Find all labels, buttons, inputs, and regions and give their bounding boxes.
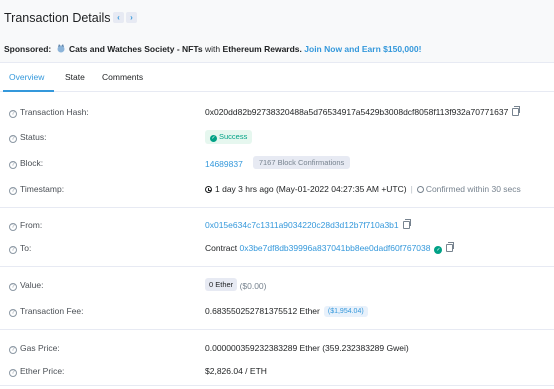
help-icon[interactable]: ? bbox=[9, 369, 17, 377]
fee-usd-badge: ($1,954.04) bbox=[323, 306, 368, 317]
next-transaction-button[interactable]: › bbox=[126, 12, 137, 23]
tab-comments[interactable]: Comments bbox=[102, 72, 143, 82]
active-tab-indicator bbox=[3, 90, 54, 92]
help-icon[interactable]: ? bbox=[9, 309, 17, 317]
value-label: Value: bbox=[20, 280, 44, 290]
value-usd: ($0.00) bbox=[239, 281, 267, 291]
to-contract-prefix: Contract bbox=[205, 243, 238, 253]
tx-hash-row: ? Transaction Hash: 0x020dd82b92738320488… bbox=[0, 104, 554, 120]
help-icon[interactable]: ? bbox=[9, 161, 17, 169]
tab-bar: Overview State Comments bbox=[0, 63, 554, 92]
page-title: Transaction Details bbox=[4, 11, 111, 25]
fee-label: Transaction Fee: bbox=[20, 306, 84, 316]
sponsor-with-text: with bbox=[205, 44, 221, 54]
verified-check-icon: ✓ bbox=[434, 246, 443, 254]
help-icon[interactable]: ? bbox=[9, 110, 17, 118]
clock-icon bbox=[205, 186, 212, 193]
ether-price-label: Ether Price: bbox=[20, 366, 65, 376]
to-label: To: bbox=[20, 243, 32, 253]
help-icon[interactable]: ? bbox=[9, 283, 17, 291]
status-row: ? Status: ✓ Success bbox=[0, 129, 554, 145]
divider: | bbox=[410, 184, 413, 194]
check-circle-icon: ✓ bbox=[210, 135, 217, 142]
tab-overview[interactable]: Overview bbox=[9, 72, 44, 82]
timestamp-label: Timestamp: bbox=[20, 184, 65, 194]
copy-icon[interactable] bbox=[446, 242, 455, 252]
gas-price-value: 0.000000359232383289 Ether (359.23238328… bbox=[205, 343, 409, 353]
status-value: Success bbox=[219, 132, 248, 141]
tab-state[interactable]: State bbox=[65, 72, 85, 82]
gas-price-label: Gas Price: bbox=[20, 343, 60, 353]
help-icon[interactable]: ? bbox=[9, 187, 17, 195]
block-row: ? Block: 14689837 7167 Block Confirmations bbox=[0, 155, 554, 171]
value-amount-badge: 0 Ether bbox=[205, 278, 238, 291]
block-label: Block: bbox=[20, 158, 44, 168]
confirmed-within-text: Confirmed within 30 secs bbox=[425, 184, 521, 194]
tx-hash-value: 0x020dd82b92738320488a5d76534917a5429b30… bbox=[205, 107, 509, 117]
block-confirmations-badge: 7167 Block Confirmations bbox=[252, 156, 351, 169]
status-label: Status: bbox=[20, 132, 47, 142]
timestamp-value: 1 day 3 hrs ago (May-01-2022 04:27:35 AM… bbox=[215, 184, 407, 194]
from-label: From: bbox=[20, 220, 43, 230]
tx-hash-label: Transaction Hash: bbox=[20, 107, 89, 117]
from-row: ? From: 0x015e634c7c1311a9034220c28d3d12b… bbox=[0, 217, 554, 233]
ether-price-row: ? Ether Price: $2,826.04 / ETH bbox=[0, 363, 554, 379]
timestamp-row: ? Timestamp: 1 day 3 hrs ago (May-01-2022… bbox=[0, 181, 554, 197]
page-header: Transaction Details ‹ › bbox=[0, 0, 554, 36]
help-icon[interactable]: ? bbox=[9, 135, 17, 143]
cat-logo-icon bbox=[56, 44, 66, 53]
sponsor-brand-link[interactable]: Cats and Watches Society - NFTs bbox=[69, 44, 203, 54]
value-row: ? Value: 0 Ether ($0.00) bbox=[0, 277, 554, 293]
help-icon[interactable]: ? bbox=[9, 246, 17, 254]
sponsored-banner: Sponsored: Cats and Watches Society - NF… bbox=[4, 44, 421, 54]
help-icon[interactable]: ? bbox=[9, 346, 17, 354]
ether-price-value: $2,826.04 / ETH bbox=[205, 366, 267, 376]
sponsor-cta-link[interactable]: Join Now and Earn $150,000! bbox=[304, 44, 421, 54]
fee-row: ? Transaction Fee: 0.683550252781375512 E… bbox=[0, 303, 554, 319]
section-divider bbox=[0, 266, 554, 267]
sponsored-label: Sponsored: bbox=[4, 44, 52, 54]
sponsor-reward-text: Ethereum Rewards. bbox=[222, 44, 302, 54]
help-icon[interactable]: ? bbox=[9, 223, 17, 231]
from-address-link[interactable]: 0x015e634c7c1311a9034220c28d3d12b7f710a3… bbox=[205, 220, 399, 230]
section-divider bbox=[0, 385, 554, 386]
section-divider bbox=[0, 207, 554, 208]
gas-price-row: ? Gas Price: 0.000000359232383289 Ether (… bbox=[0, 340, 554, 356]
timer-icon bbox=[416, 186, 424, 193]
fee-amount: 0.683550252781375512 Ether bbox=[205, 306, 320, 316]
section-divider bbox=[0, 329, 554, 330]
copy-icon[interactable] bbox=[512, 106, 521, 116]
to-row: ? To: Contract 0x3be7df8db39996a837041bb8… bbox=[0, 240, 554, 256]
copy-icon[interactable] bbox=[402, 219, 411, 229]
block-link[interactable]: 14689837 bbox=[205, 159, 243, 169]
transaction-card: Overview State Comments ? Transaction Has… bbox=[0, 62, 554, 389]
previous-transaction-button[interactable]: ‹ bbox=[113, 12, 124, 23]
to-address-link[interactable]: 0x3be7df8db39996a837041bb8ee0dadf60f7670… bbox=[240, 243, 431, 253]
status-badge: ✓ Success bbox=[205, 130, 253, 144]
